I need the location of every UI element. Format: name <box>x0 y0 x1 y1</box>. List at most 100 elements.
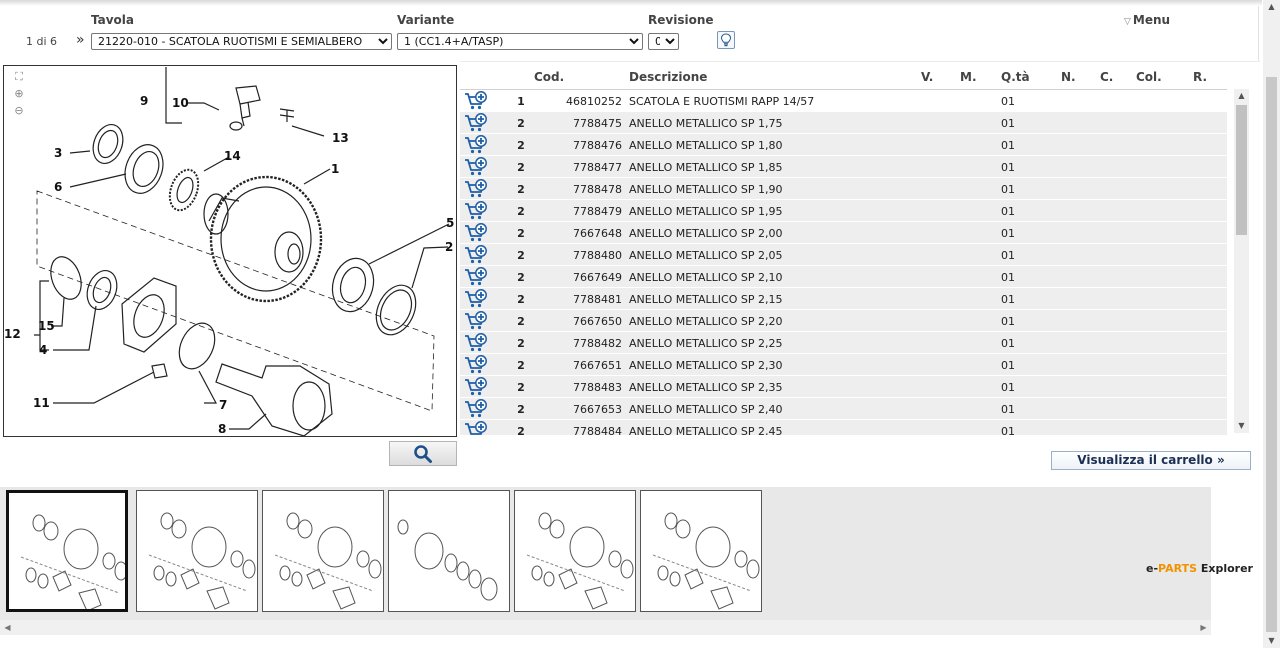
row-description: ANELLO METALLICO SP 2,45 <box>629 425 783 435</box>
revisione-select[interactable]: 0 <box>648 33 679 50</box>
col-cod[interactable]: Cod. <box>534 70 564 84</box>
row-code: 7788479 <box>573 205 622 218</box>
variante-select[interactable]: 1 (CC1.4+A/TASP) <box>397 33 643 50</box>
thumbnail-drawing <box>652 512 760 610</box>
thumbnails-scrollbar[interactable]: ◀ ▶ <box>0 620 1211 635</box>
row-ref: 2 <box>517 403 525 416</box>
add-to-cart-icon[interactable] <box>464 157 488 177</box>
callout-13[interactable]: 13 <box>332 131 349 145</box>
callout-8[interactable]: 8 <box>218 422 226 436</box>
add-to-cart-icon[interactable] <box>464 245 488 265</box>
table-row[interactable]: 2 7788475 ANELLO METALLICO SP 1,75 01 <box>460 112 1227 134</box>
menu-button[interactable]: ▽ Menu <box>1124 13 1170 27</box>
add-to-cart-icon[interactable] <box>464 377 488 397</box>
callout-3[interactable]: 3 <box>54 146 62 160</box>
lightbulb-icon <box>720 33 732 47</box>
callout-10[interactable]: 10 <box>172 96 189 110</box>
callout-6[interactable]: 6 <box>54 180 62 194</box>
callout-1[interactable]: 1 <box>331 162 339 176</box>
row-code: 7788481 <box>573 293 622 306</box>
view-cart-button[interactable]: Visualizza il carrello » <box>1051 451 1251 470</box>
table-thumbnail[interactable] <box>6 490 128 612</box>
callout-14[interactable]: 14 <box>224 149 241 163</box>
add-to-cart-icon[interactable] <box>464 135 488 155</box>
table-row[interactable]: 2 7788482 ANELLO METALLICO SP 2,25 01 <box>460 332 1227 354</box>
row-ref: 2 <box>517 205 525 218</box>
table-row[interactable]: 2 7667649 ANELLO METALLICO SP 2,10 01 <box>460 266 1227 288</box>
callout-12[interactable]: 12 <box>4 327 21 341</box>
col-qta[interactable]: Q.tà <box>1001 70 1030 84</box>
add-to-cart-icon[interactable] <box>464 355 488 375</box>
add-to-cart-icon[interactable] <box>464 113 488 133</box>
add-to-cart-icon[interactable] <box>464 201 488 221</box>
add-to-cart-icon[interactable] <box>464 91 488 111</box>
add-to-cart-icon[interactable] <box>464 333 488 353</box>
col-c[interactable]: C. <box>1100 70 1113 84</box>
callout-9[interactable]: 9 <box>140 94 148 108</box>
table-row[interactable]: 2 7788484 ANELLO METALLICO SP 2,45 01 <box>460 420 1227 435</box>
table-thumbnail[interactable] <box>388 490 510 612</box>
callout-11[interactable]: 11 <box>33 396 50 410</box>
table-row[interactable]: 2 7788479 ANELLO METALLICO SP 1,95 01 <box>460 200 1227 222</box>
table-row[interactable]: 1 46810252 SCATOLA E RUOTISMI RAPP 14/57 01 <box>460 90 1227 112</box>
table-row[interactable]: 2 7788480 ANELLO METALLICO SP 2,05 01 <box>460 244 1227 266</box>
exploded-drawing[interactable]: ⛶ ⊕ ⊖ 9 10 13 3 14 1 6 5 2 15 12 4 11 7 … <box>3 65 457 437</box>
add-to-cart-icon[interactable] <box>464 421 488 435</box>
scroll-down-icon[interactable]: ▼ <box>1234 419 1249 433</box>
row-description: ANELLO METALLICO SP 2,25 <box>629 337 783 350</box>
table-row[interactable]: 2 7788483 ANELLO METALLICO SP 2,35 01 <box>460 376 1227 398</box>
table-row[interactable]: 2 7788476 ANELLO METALLICO SP 1,80 01 <box>460 134 1227 156</box>
row-quantity: 01 <box>1001 271 1015 284</box>
col-r[interactable]: R. <box>1193 70 1207 84</box>
row-description: ANELLO METALLICO SP 2,00 <box>629 227 783 240</box>
add-to-cart-icon[interactable] <box>464 399 488 419</box>
row-description: ANELLO METALLICO SP 2,15 <box>629 293 783 306</box>
scrollbar-thumb[interactable] <box>1236 105 1247 235</box>
add-to-cart-icon[interactable] <box>464 289 488 309</box>
parts-table-scrollbar[interactable]: ▲ ▼ <box>1234 89 1249 433</box>
add-to-cart-icon[interactable] <box>464 311 488 331</box>
page-scrollbar[interactable]: ▲ ▼ <box>1263 0 1280 648</box>
col-col[interactable]: Col. <box>1136 70 1162 84</box>
col-n[interactable]: N. <box>1061 70 1076 84</box>
callout-5[interactable]: 5 <box>446 216 454 230</box>
page-scroll-up-icon[interactable]: ▲ <box>1263 0 1280 14</box>
table-row[interactable]: 2 7667651 ANELLO METALLICO SP 2,30 01 <box>460 354 1227 376</box>
next-table-button[interactable]: » <box>76 32 85 48</box>
col-v[interactable]: V. <box>921 70 933 84</box>
scroll-right-icon[interactable]: ▶ <box>1196 620 1211 635</box>
col-m[interactable]: M. <box>960 70 977 84</box>
table-thumbnail[interactable] <box>640 490 762 612</box>
thumbnail-drawing <box>274 512 382 610</box>
table-thumbnail[interactable] <box>262 490 384 612</box>
col-descrizione[interactable]: Descrizione <box>629 70 707 84</box>
row-code: 7667650 <box>573 315 622 328</box>
table-row[interactable]: 2 7788477 ANELLO METALLICO SP 1,85 01 <box>460 156 1227 178</box>
table-row[interactable]: 2 7667653 ANELLO METALLICO SP 2,40 01 <box>460 398 1227 420</box>
table-thumbnail[interactable] <box>514 490 636 612</box>
add-to-cart-icon[interactable] <box>464 223 488 243</box>
search-drawing-button[interactable] <box>389 441 457 466</box>
table-thumbnail[interactable] <box>136 490 258 612</box>
add-to-cart-icon[interactable] <box>464 179 488 199</box>
callout-15[interactable]: 15 <box>38 319 55 333</box>
tavola-select[interactable]: 21220-010 - SCATOLA RUOTISMI E SEMIALBER… <box>91 33 392 50</box>
hint-button[interactable] <box>717 31 735 49</box>
table-row[interactable]: 2 7667650 ANELLO METALLICO SP 2,20 01 <box>460 310 1227 332</box>
scroll-up-icon[interactable]: ▲ <box>1234 89 1249 103</box>
page-scrollbar-thumb[interactable] <box>1266 77 1277 632</box>
row-quantity: 01 <box>1001 139 1015 152</box>
table-row[interactable]: 2 7788478 ANELLO METALLICO SP 1,90 01 <box>460 178 1227 200</box>
row-ref: 2 <box>517 183 525 196</box>
row-ref: 2 <box>517 381 525 394</box>
parts-table-header: Cod. Descrizione V. M. Q.tà N. C. Col. R… <box>460 66 1225 88</box>
table-row[interactable]: 2 7667648 ANELLO METALLICO SP 2,00 01 <box>460 222 1227 244</box>
row-code: 7788475 <box>573 117 622 130</box>
add-to-cart-icon[interactable] <box>464 267 488 287</box>
table-row[interactable]: 2 7788481 ANELLO METALLICO SP 2,15 01 <box>460 288 1227 310</box>
page-scroll-down-icon[interactable]: ▼ <box>1263 634 1280 648</box>
callout-2[interactable]: 2 <box>445 240 453 254</box>
callout-4[interactable]: 4 <box>39 343 47 357</box>
scroll-left-icon[interactable]: ◀ <box>0 620 15 635</box>
callout-7[interactable]: 7 <box>219 398 227 412</box>
